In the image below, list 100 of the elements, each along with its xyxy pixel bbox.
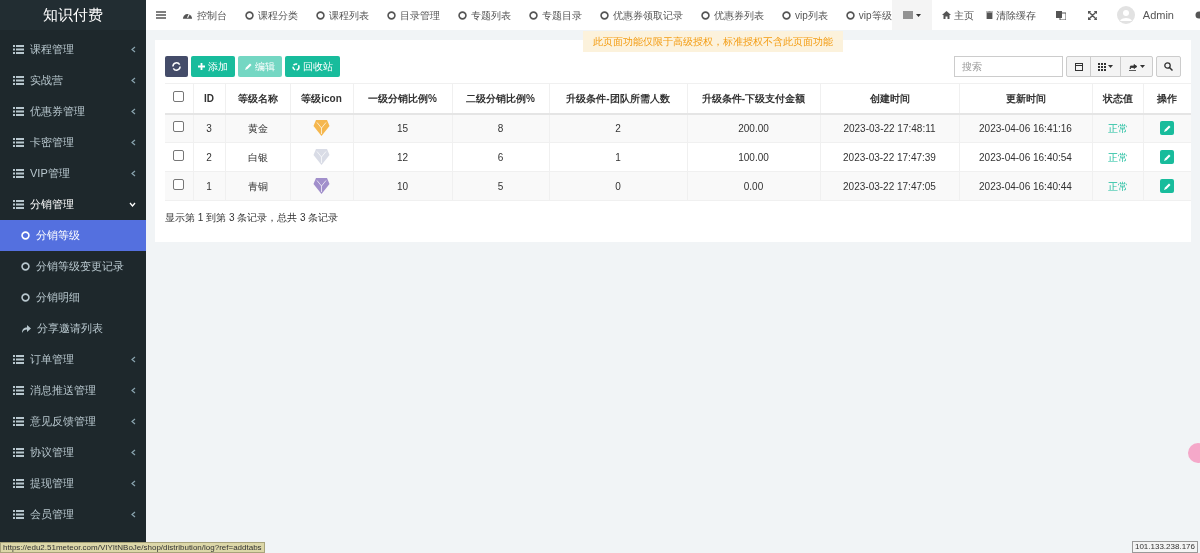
status-text: 正常: [1107, 122, 1128, 134]
user-name[interactable]: Admin: [1142, 6, 1174, 24]
sidebar-item[interactable]: 订单管理: [0, 344, 146, 375]
tab-list-dropdown[interactable]: [891, 0, 932, 30]
column-header: 更新时间: [1005, 92, 1046, 104]
sidebar-item[interactable]: VIP管理: [0, 158, 146, 189]
chevron-left-icon: [131, 139, 136, 146]
chevron-left-icon: [131, 418, 136, 425]
row-checkbox[interactable]: [173, 90, 185, 102]
nav-tab[interactable]: vip列表: [795, 7, 828, 23]
row-edit-button[interactable]: [1160, 150, 1175, 164]
circle-icon: [21, 293, 30, 302]
status-url: https://edu2.51meteor.com/VIYItNBoJe/shop/distribution/log?ref=addtabs: [0, 542, 265, 553]
row-checkbox[interactable]: [173, 149, 185, 161]
caret-icon: [1108, 65, 1113, 68]
sidebar-item[interactable]: 实战营: [0, 65, 146, 96]
fullscreen-icon[interactable]: [1087, 10, 1097, 20]
grid-icon: [1098, 62, 1106, 71]
sidebar-item[interactable]: 卡密管理: [0, 127, 146, 158]
nav-tab[interactable]: 控制台: [197, 7, 227, 23]
row-checkbox[interactable]: [173, 120, 185, 132]
sidebar-item[interactable]: 消息推送管理: [0, 375, 146, 406]
sidebar-subitem[interactable]: 分销等级变更记录: [0, 251, 146, 282]
table-cell: 2023-04-06 16:40:44: [979, 180, 1072, 192]
status-text: 正常: [1107, 151, 1128, 163]
sidebar-subitem[interactable]: 分销明细: [0, 282, 146, 313]
sidebar-subitem[interactable]: 分销等级: [0, 220, 146, 251]
circle-icon: [21, 231, 30, 240]
sidebar-item[interactable]: 课程管理: [0, 34, 146, 65]
nav-tab[interactable]: 专题目录: [542, 7, 582, 23]
sidebar-item[interactable]: 提现管理: [0, 468, 146, 499]
table-cell: 2: [615, 122, 621, 134]
home-link[interactable]: 主页: [941, 7, 974, 23]
sidebar-subitem[interactable]: 分享邀请列表: [0, 313, 146, 344]
table-cell: 5: [497, 180, 504, 192]
column-header: 二级分销比例%: [466, 92, 535, 104]
table-cell: 200.00: [738, 122, 769, 134]
refresh-icon: [172, 62, 181, 71]
nav-tab[interactable]: 专题列表: [471, 7, 511, 23]
pencil-icon: [1163, 182, 1171, 190]
column-header: 操作: [1157, 92, 1178, 104]
sidebar-item[interactable]: 分销管理: [0, 189, 146, 220]
nav-tab[interactable]: 课程列表: [329, 7, 369, 23]
column-header: 等级名称: [237, 92, 278, 104]
sidebar-item[interactable]: 会员管理: [0, 499, 146, 530]
table-cell: 8: [497, 122, 504, 134]
chevron-left-icon: [131, 170, 136, 177]
clear-cache-link[interactable]: 清除缓存: [985, 7, 1036, 23]
nav-tab[interactable]: 课程分类: [258, 7, 298, 23]
table-cell: 10: [396, 180, 409, 192]
table-cell: 2023-03-22 17:47:05: [843, 180, 936, 192]
notice-banner: 此页面功能仅限于高级授权，标准授权不含此页面功能: [583, 31, 843, 52]
search-field[interactable]: 搜索: [954, 56, 1063, 77]
column-header: 升级条件-团队所需人数: [566, 92, 670, 104]
app-logo: 知识付费: [0, 0, 146, 30]
home-icon: [941, 11, 951, 19]
table-cell: 2: [206, 151, 212, 163]
column-header: 升级条件-下级支付金额: [701, 92, 806, 104]
dashboard-icon: [182, 11, 193, 19]
chevron-left-icon: [131, 449, 136, 456]
chevron-left-icon: [131, 46, 136, 53]
table-cell: 100.00: [738, 151, 769, 163]
chevron-left-icon: [131, 387, 136, 394]
nav-tab[interactable]: vip等级: [858, 7, 892, 23]
sidebar-item[interactable]: 优惠券管理: [0, 96, 146, 127]
table-cell: 1: [206, 180, 212, 192]
chevron-left-icon: [131, 77, 136, 84]
trash-icon: [985, 11, 993, 19]
column-header: 状态值: [1102, 92, 1133, 104]
caret-icon: [1139, 65, 1145, 68]
row-edit-button[interactable]: [1160, 121, 1175, 136]
recycle-icon: [292, 62, 300, 71]
translate-icon[interactable]: [1055, 10, 1066, 20]
sidebar-item[interactable]: 意见反馈管理: [0, 406, 146, 437]
share-icon: [21, 324, 31, 333]
row-checkbox[interactable]: [173, 178, 185, 190]
table-cell: 0.00: [743, 180, 764, 192]
chevron-left-icon: [131, 511, 136, 518]
table-cell: 12: [396, 151, 409, 163]
table-cell: 青铜: [247, 180, 268, 192]
refresh-button[interactable]: [165, 56, 188, 77]
circle-icon: [701, 10, 710, 20]
table-cell: 6: [497, 151, 504, 163]
plus-icon: [198, 63, 205, 70]
table-cell: 2023-03-22 17:48:11: [843, 122, 936, 134]
nav-tab[interactable]: 目录管理: [400, 7, 440, 23]
circle-icon: [529, 10, 538, 20]
sidebar-item[interactable]: 协议管理: [0, 437, 146, 468]
circle-icon: [782, 10, 791, 20]
table-cell: 黄金: [247, 122, 268, 134]
menu-icon[interactable]: [156, 11, 166, 19]
nav-tab[interactable]: 优惠券领取记录: [613, 7, 683, 23]
search-button[interactable]: [1156, 56, 1181, 77]
column-header: 创建时间: [869, 92, 910, 104]
table-cell: 1: [615, 151, 621, 163]
circle-icon: [845, 10, 855, 20]
table-cell: 2023-03-22 17:47:39: [843, 151, 936, 163]
chevron-left-icon: [131, 356, 136, 363]
row-edit-button[interactable]: [1160, 179, 1175, 193]
nav-tab[interactable]: 优惠券列表: [714, 7, 764, 23]
